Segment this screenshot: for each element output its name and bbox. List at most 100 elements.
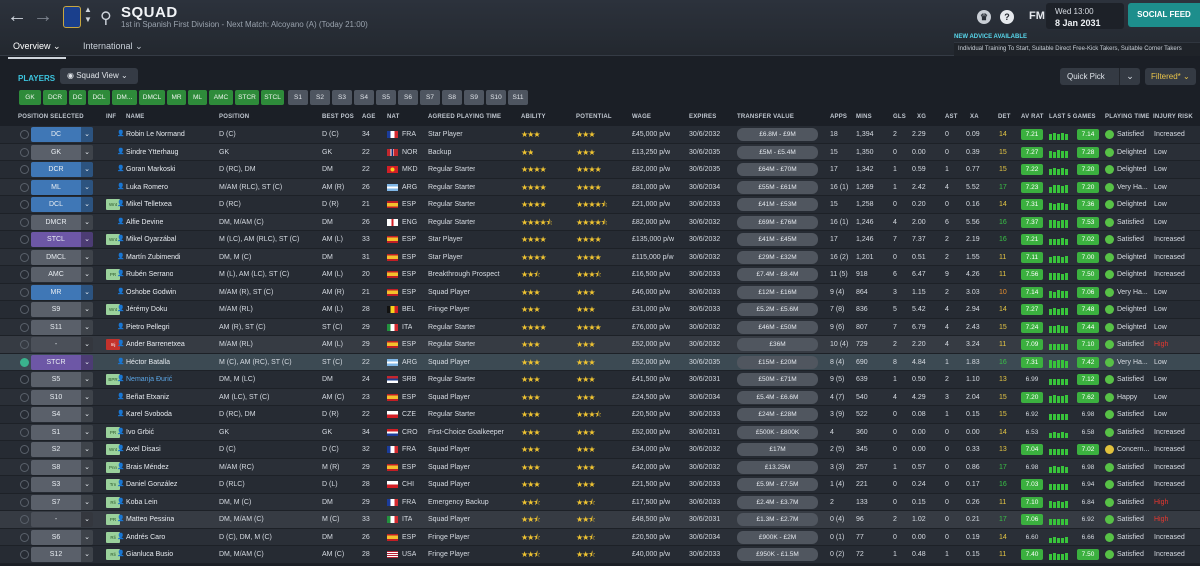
transfer-value[interactable]: £900K - £2M <box>737 530 818 544</box>
filter-button[interactable]: Filtered* ⌄ <box>1145 68 1196 85</box>
select-radio[interactable] <box>20 550 29 559</box>
select-radio[interactable] <box>20 200 29 209</box>
select-radio[interactable] <box>20 357 29 367</box>
player-name[interactable]: Beñat Etxaniz <box>126 389 169 406</box>
col-mins[interactable]: MINS <box>856 114 872 120</box>
player-name[interactable]: Jérémy Doku <box>126 301 167 318</box>
col-age[interactable]: AGE <box>362 114 376 120</box>
search-icon[interactable]: ⚲ <box>100 8 112 28</box>
col-xa[interactable]: XA <box>970 114 979 120</box>
col-wage[interactable]: WAGE <box>632 114 651 120</box>
tab-international[interactable]: International ⌄ <box>78 38 148 57</box>
select-radio[interactable] <box>20 165 29 174</box>
select-radio[interactable] <box>20 427 29 437</box>
chip-dm[interactable]: DM... <box>112 90 137 105</box>
player-name[interactable]: Andrés Caro <box>126 529 165 546</box>
chip-dmcl[interactable]: DMCL <box>139 90 165 105</box>
col-position-selected[interactable]: POSITION SELECTED <box>18 114 84 120</box>
table-row[interactable]: - ⌄ PR 👤 Matteo Pessina DM, M/AM (C) M (C) 33 IT… <box>0 511 1200 529</box>
select-radio[interactable] <box>20 410 29 419</box>
transfer-value[interactable]: £15M - £20M <box>737 355 818 369</box>
position-selector[interactable]: S4 ⌄ <box>31 407 93 422</box>
select-radio[interactable] <box>20 375 29 384</box>
transfer-value[interactable]: £41M - £53M <box>737 198 818 211</box>
transfer-value[interactable]: £69M - £76M <box>737 215 818 229</box>
chip-stcr[interactable]: STCR <box>235 90 259 105</box>
col-transfer-value[interactable]: TRANSFER VALUE <box>737 114 794 120</box>
col-xg[interactable]: XG <box>917 114 926 120</box>
table-row[interactable]: DMCL ⌄ 👤 Martín Zubimendi DM, M (C) DM 31 ESP St… <box>0 248 1200 266</box>
position-selector[interactable]: S10 ⌄ <box>31 389 93 405</box>
chip-s11[interactable]: S11 <box>508 90 528 105</box>
col-agreed-playing-time[interactable]: AGREED PLAYING TIME <box>428 114 501 120</box>
player-name[interactable]: Ander Barrenetxea <box>126 336 185 353</box>
chip-s7[interactable]: S7 <box>420 90 440 105</box>
select-radio[interactable] <box>20 532 29 542</box>
position-selector[interactable]: DCR ⌄ <box>31 162 93 177</box>
help-icon[interactable]: ? <box>1000 10 1014 24</box>
col-last-5-games[interactable]: LAST 5 GAMES <box>1049 114 1096 120</box>
table-row[interactable]: GK ⌄ 👤 Sindre Ytterhaug GK GK 22 NOR Backup ★★ ★★★… <box>0 143 1200 161</box>
col-av-rat[interactable]: AV RAT <box>1021 114 1044 120</box>
chip-ml[interactable]: ML <box>188 90 207 105</box>
transfer-value[interactable]: £64M - £70M <box>737 163 818 176</box>
player-name[interactable]: Pietro Pellegri <box>126 319 170 336</box>
player-name[interactable]: Sindre Ytterhaug <box>126 144 178 161</box>
transfer-value[interactable]: £5.9M - £7.5M <box>737 478 818 491</box>
chevron-down-icon[interactable]: ⌄ <box>1119 68 1140 85</box>
table-row[interactable]: MR ⌄ 👤 Oshobe Godwin M/AM (R), ST (C) AM (R) 2… <box>0 283 1200 301</box>
table-row[interactable]: DMCR ⌄ 👤 Alfie Devine DM, M/AM (C) DM 26 ENG Reg… <box>0 213 1200 231</box>
club-crest-icon[interactable] <box>63 6 81 28</box>
table-row[interactable]: S3 ⌄ Trn 👤 Daniel González D (RLC) D (L) 28 CHI S… <box>0 476 1200 494</box>
transfer-value[interactable]: £6.8M - £9M <box>737 128 818 141</box>
transfer-value[interactable]: £2.4M - £3.7M <box>737 495 818 509</box>
select-radio[interactable] <box>20 497 29 507</box>
player-name[interactable]: Martín Zubimendi <box>126 249 180 266</box>
player-name[interactable]: Luka Romero <box>126 179 168 196</box>
advice-text[interactable]: Individual Training To Start, Suitable D… <box>954 42 1200 56</box>
table-row[interactable]: S5 ⌄ BPR 👤 Nemanja Đurić DM, M (LC) DM 24 SRB Reg… <box>0 371 1200 389</box>
transfer-value[interactable]: £5.4M - £6.6M <box>737 390 818 404</box>
chip-s6[interactable]: S6 <box>398 90 418 105</box>
transfer-value[interactable]: £24M - £28M <box>737 408 818 421</box>
position-selector[interactable]: DMCL ⌄ <box>31 249 93 265</box>
position-selector[interactable]: DMCR ⌄ <box>31 214 93 230</box>
view-selector[interactable]: ◉ Squad View ⌄ <box>60 68 138 84</box>
player-name[interactable]: Héctor Batalla <box>126 354 170 371</box>
player-name[interactable]: Mikel Telletxea <box>126 196 172 213</box>
position-selector[interactable]: S6 ⌄ <box>31 529 93 545</box>
chip-s9[interactable]: S9 <box>464 90 484 105</box>
chip-s5[interactable]: S5 <box>376 90 396 105</box>
player-name[interactable]: Robin Le Normand <box>126 126 185 143</box>
player-name[interactable]: Matteo Pessina <box>126 511 174 528</box>
table-row[interactable]: S6 ⌄ Rli 👤 Andrés Caro D (C), DM, M (C) DM 26 ES… <box>0 528 1200 546</box>
social-feed-button[interactable]: SOCIAL FEED <box>1128 3 1200 27</box>
select-radio[interactable] <box>20 340 29 349</box>
transfer-value[interactable]: £5.2M - £5.6M <box>737 303 818 316</box>
select-radio[interactable] <box>20 462 29 472</box>
date-box[interactable]: Wed 13:00 8 Jan 2031 <box>1046 3 1124 29</box>
table-row[interactable]: ML ⌄ 👤 Luka Romero M/AM (RLC), ST (C) AM (R) 2… <box>0 178 1200 196</box>
player-name[interactable]: Gianluca Busio <box>126 546 173 563</box>
col-gls[interactable]: GLS <box>893 114 906 120</box>
table-row[interactable]: - ⌄ Inj 👤 Ander Barrenetxea M/AM (RL) AM (L) 29… <box>0 336 1200 354</box>
table-row[interactable]: S10 ⌄ 👤 Beñat Etxaniz AM (LC), ST (C) AM (C) 2… <box>0 388 1200 406</box>
chip-s1[interactable]: S1 <box>288 90 308 105</box>
col-inf[interactable]: INF <box>106 114 116 120</box>
position-selector[interactable]: STCL ⌄ <box>31 232 93 247</box>
position-selector[interactable]: S2 ⌄ <box>31 442 93 457</box>
table-row[interactable]: STCR ⌄ 👤 Héctor Batalla M (C), AM (RC), ST (… <box>0 353 1200 371</box>
chip-amc[interactable]: AMC <box>209 90 233 105</box>
select-radio[interactable] <box>20 515 29 524</box>
player-name[interactable]: Alfie Devine <box>126 214 163 231</box>
table-row[interactable]: S8 ⌄ Pnn 👤 Brais Méndez M/AM (RC) M (R) 29 ESP Sq… <box>0 458 1200 476</box>
select-radio[interactable] <box>20 445 29 454</box>
col-potential[interactable]: POTENTIAL <box>576 114 612 120</box>
col-best-pos[interactable]: BEST POS <box>322 114 354 120</box>
chip-dcl[interactable]: DCL <box>88 90 110 105</box>
position-selector[interactable]: GK ⌄ <box>31 144 93 160</box>
position-selector[interactable]: S7 ⌄ <box>31 494 93 510</box>
position-selector[interactable]: S8 ⌄ <box>31 459 93 475</box>
position-selector[interactable]: S11 ⌄ <box>31 319 93 335</box>
chip-s8[interactable]: S8 <box>442 90 462 105</box>
